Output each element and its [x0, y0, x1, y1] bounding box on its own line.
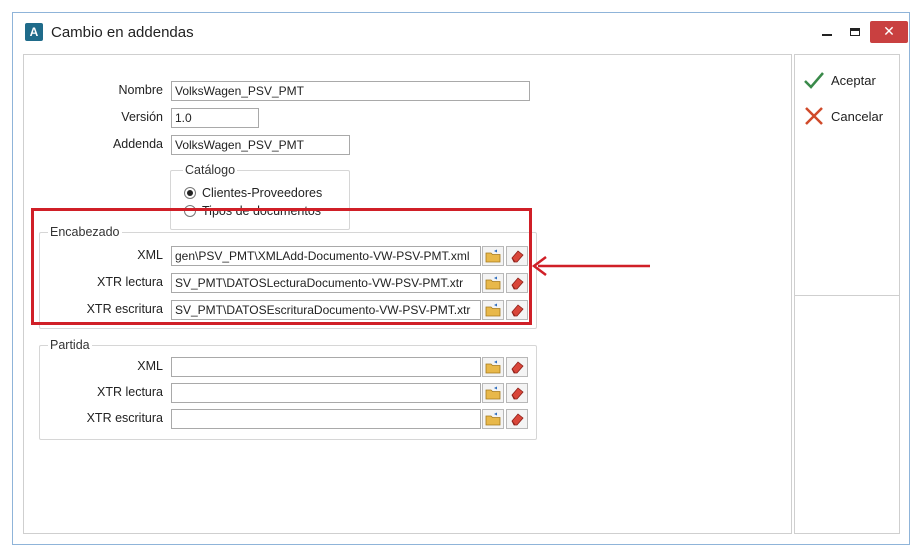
- cancel-label: Cancelar: [831, 108, 884, 124]
- eraser-icon: [511, 387, 524, 400]
- cancel-x-icon: [805, 107, 823, 125]
- partida-xml-label: XML: [137, 359, 163, 373]
- clear-button[interactable]: [506, 383, 528, 403]
- clear-button[interactable]: [506, 409, 528, 429]
- window-title: Cambio en addendas: [51, 24, 194, 41]
- close-icon: ✕: [883, 23, 895, 39]
- version-input[interactable]: 1.0: [171, 108, 259, 128]
- browse-folder-button[interactable]: [482, 409, 504, 429]
- app-logo-icon: A: [25, 23, 43, 41]
- eraser-icon: [511, 361, 524, 374]
- cancel-button[interactable]: Cancelar: [803, 104, 895, 128]
- folder-icon: [485, 360, 501, 374]
- maximize-button[interactable]: [841, 21, 869, 43]
- actions-panel: Aceptar Cancelar: [794, 54, 900, 534]
- nombre-input[interactable]: VolksWagen_PSV_PMT: [171, 81, 530, 101]
- browse-folder-button[interactable]: [482, 383, 504, 403]
- eraser-icon: [511, 413, 524, 426]
- title-bar: A Cambio en addendas ✕: [13, 13, 909, 47]
- minimize-icon: [822, 34, 832, 36]
- checkmark-icon: [804, 72, 824, 89]
- folder-icon: [485, 386, 501, 400]
- partida-title: Partida: [48, 338, 92, 352]
- maximize-icon: [850, 28, 860, 36]
- browse-folder-button[interactable]: [482, 357, 504, 377]
- close-button[interactable]: ✕: [870, 21, 908, 43]
- minimize-button[interactable]: [813, 21, 841, 43]
- panel-divider: [795, 295, 899, 296]
- catalogo-title: Catálogo: [183, 163, 238, 177]
- partida-xtr-lectura-label: XTR lectura: [97, 385, 163, 399]
- addenda-label: Addenda: [112, 137, 163, 151]
- radio-selected-icon: [184, 187, 196, 199]
- accept-button[interactable]: Aceptar: [803, 68, 895, 92]
- partida-xml-input[interactable]: [171, 357, 481, 377]
- version-label: Versión: [121, 110, 163, 124]
- annotation-arrow-icon: [531, 256, 650, 276]
- radio-label: Clientes-Proveedores: [202, 186, 323, 200]
- clear-button[interactable]: [506, 357, 528, 377]
- highlight-box: [31, 208, 532, 325]
- partida-xtr-escritura-label: XTR escritura: [86, 411, 163, 425]
- partida-xtr-escritura-input[interactable]: [171, 409, 481, 429]
- nombre-label: Nombre: [118, 83, 163, 97]
- folder-icon: [485, 412, 501, 426]
- partida-xtr-lectura-input[interactable]: [171, 383, 481, 403]
- addenda-input[interactable]: VolksWagen_PSV_PMT: [171, 135, 350, 155]
- radio-clientes-proveedores[interactable]: Clientes-Proveedores: [184, 186, 322, 200]
- accept-label: Aceptar: [831, 72, 876, 88]
